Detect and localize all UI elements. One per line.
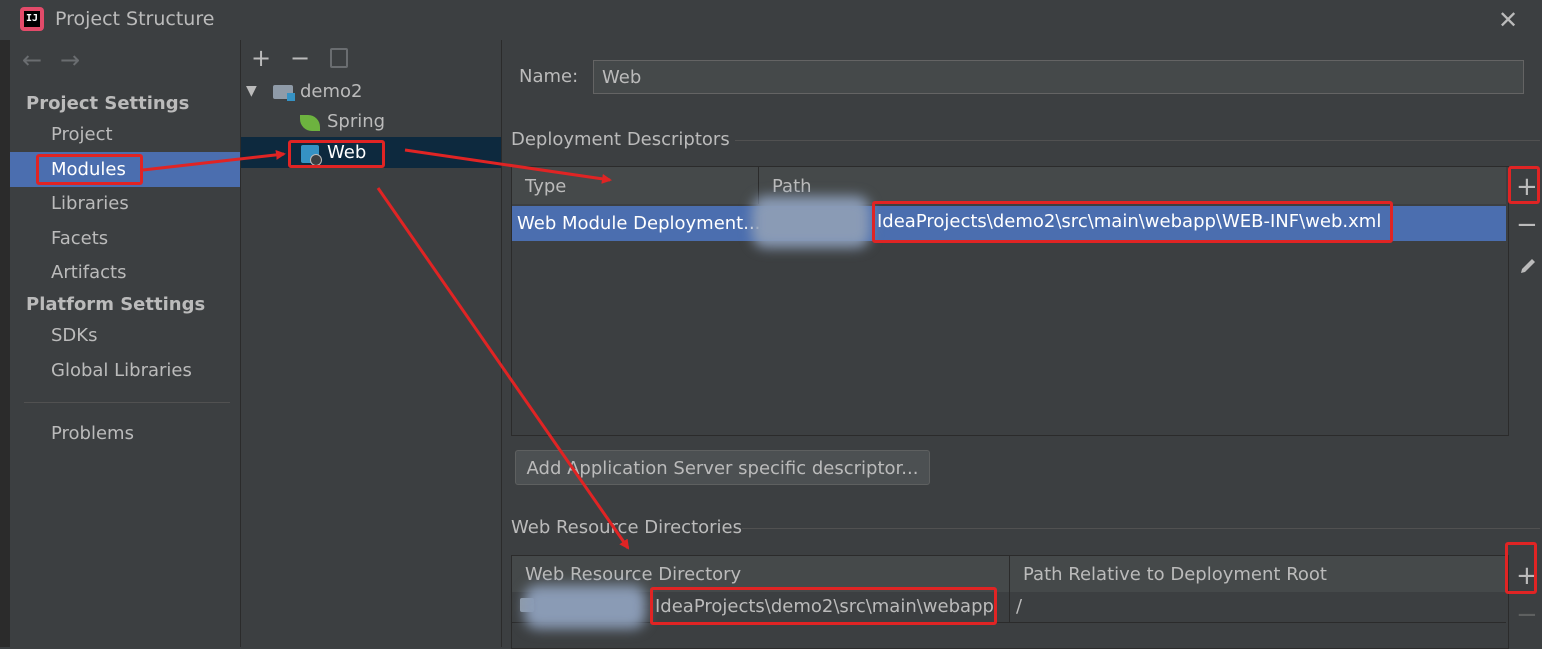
arrow-modules-to-web [142,149,286,172]
arrow-web-to-descriptors [404,148,612,184]
arrow-web-to-resource-dirs [376,187,630,550]
annotation-arrows [142,148,630,550]
